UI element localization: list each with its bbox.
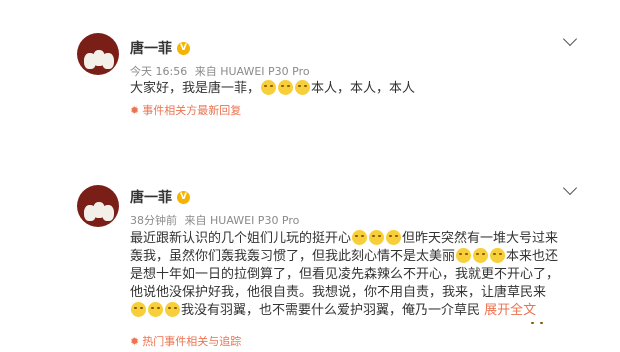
expand-link[interactable]: 展开全文 xyxy=(484,303,536,318)
post-text: 本人，本人，本人 xyxy=(311,81,416,96)
post-text: 最近跟新认识的几个姐们儿玩的挺开心 xyxy=(130,231,352,246)
sweat-emoji-icon xyxy=(148,302,163,317)
post-text: 大家好，我是唐一菲， xyxy=(130,81,261,96)
tracking-label: 事件相关方最新回复 xyxy=(142,104,242,117)
cry-emoji-icon xyxy=(278,80,294,95)
v-badge-icon: V xyxy=(177,190,190,204)
tracking-link[interactable]: ✹ 热门事件相关与追踪 xyxy=(130,333,241,349)
post-text: 我没有羽翼，也不需要什么爱护羽翼，俺乃一介草民 xyxy=(181,303,481,318)
sweat-emoji-icon xyxy=(131,302,146,317)
post-meta: 38分钟前 来自 HUAWEI P30 Pro xyxy=(130,212,299,228)
avatar[interactable] xyxy=(77,33,119,75)
post-time[interactable]: 今天 16:56 xyxy=(130,65,187,78)
cry-emoji-icon xyxy=(295,80,311,95)
author-row: 唐一菲 V xyxy=(130,38,190,58)
post-content: 大家好，我是唐一菲， 本人，本人，本人 xyxy=(130,80,560,98)
chevron-down-icon[interactable] xyxy=(562,31,578,47)
sweat-emoji-icon xyxy=(165,302,180,317)
v-badge-icon: V xyxy=(177,41,190,55)
post-time[interactable]: 38分钟前 xyxy=(130,214,177,227)
sweat-emoji-icon xyxy=(386,230,402,245)
sweat-emoji-icon xyxy=(369,230,385,245)
sweat-emoji-icon xyxy=(352,230,368,245)
author-row: 唐一菲 V xyxy=(130,187,190,207)
sweat-emoji-icon xyxy=(490,248,506,263)
smile-emoji-icon xyxy=(261,80,277,95)
sweat-emoji-icon xyxy=(473,248,489,263)
fire-icon: ✹ xyxy=(130,103,140,117)
chevron-down-icon[interactable] xyxy=(562,180,578,196)
sweat-emoji-icon xyxy=(456,248,472,263)
tracking-link[interactable]: ✹ 事件相关方最新回复 xyxy=(130,102,241,118)
avatar[interactable] xyxy=(77,185,119,227)
author-name[interactable]: 唐一菲 xyxy=(130,38,172,58)
post-source: 来自 HUAWEI P30 Pro xyxy=(184,214,300,227)
fire-icon: ✹ xyxy=(130,334,140,348)
post-meta: 今天 16:56 来自 HUAWEI P30 Pro xyxy=(130,63,310,79)
post-source: 来自 HUAWEI P30 Pro xyxy=(194,65,310,78)
tracking-label: 热门事件相关与追踪 xyxy=(142,335,242,348)
author-name[interactable]: 唐一菲 xyxy=(130,187,172,207)
post-content: 最近跟新认识的几个姐们儿玩的挺开心 但昨天突然有一堆大号过来轰我，虽然你们轰我轰习… xyxy=(130,230,560,324)
